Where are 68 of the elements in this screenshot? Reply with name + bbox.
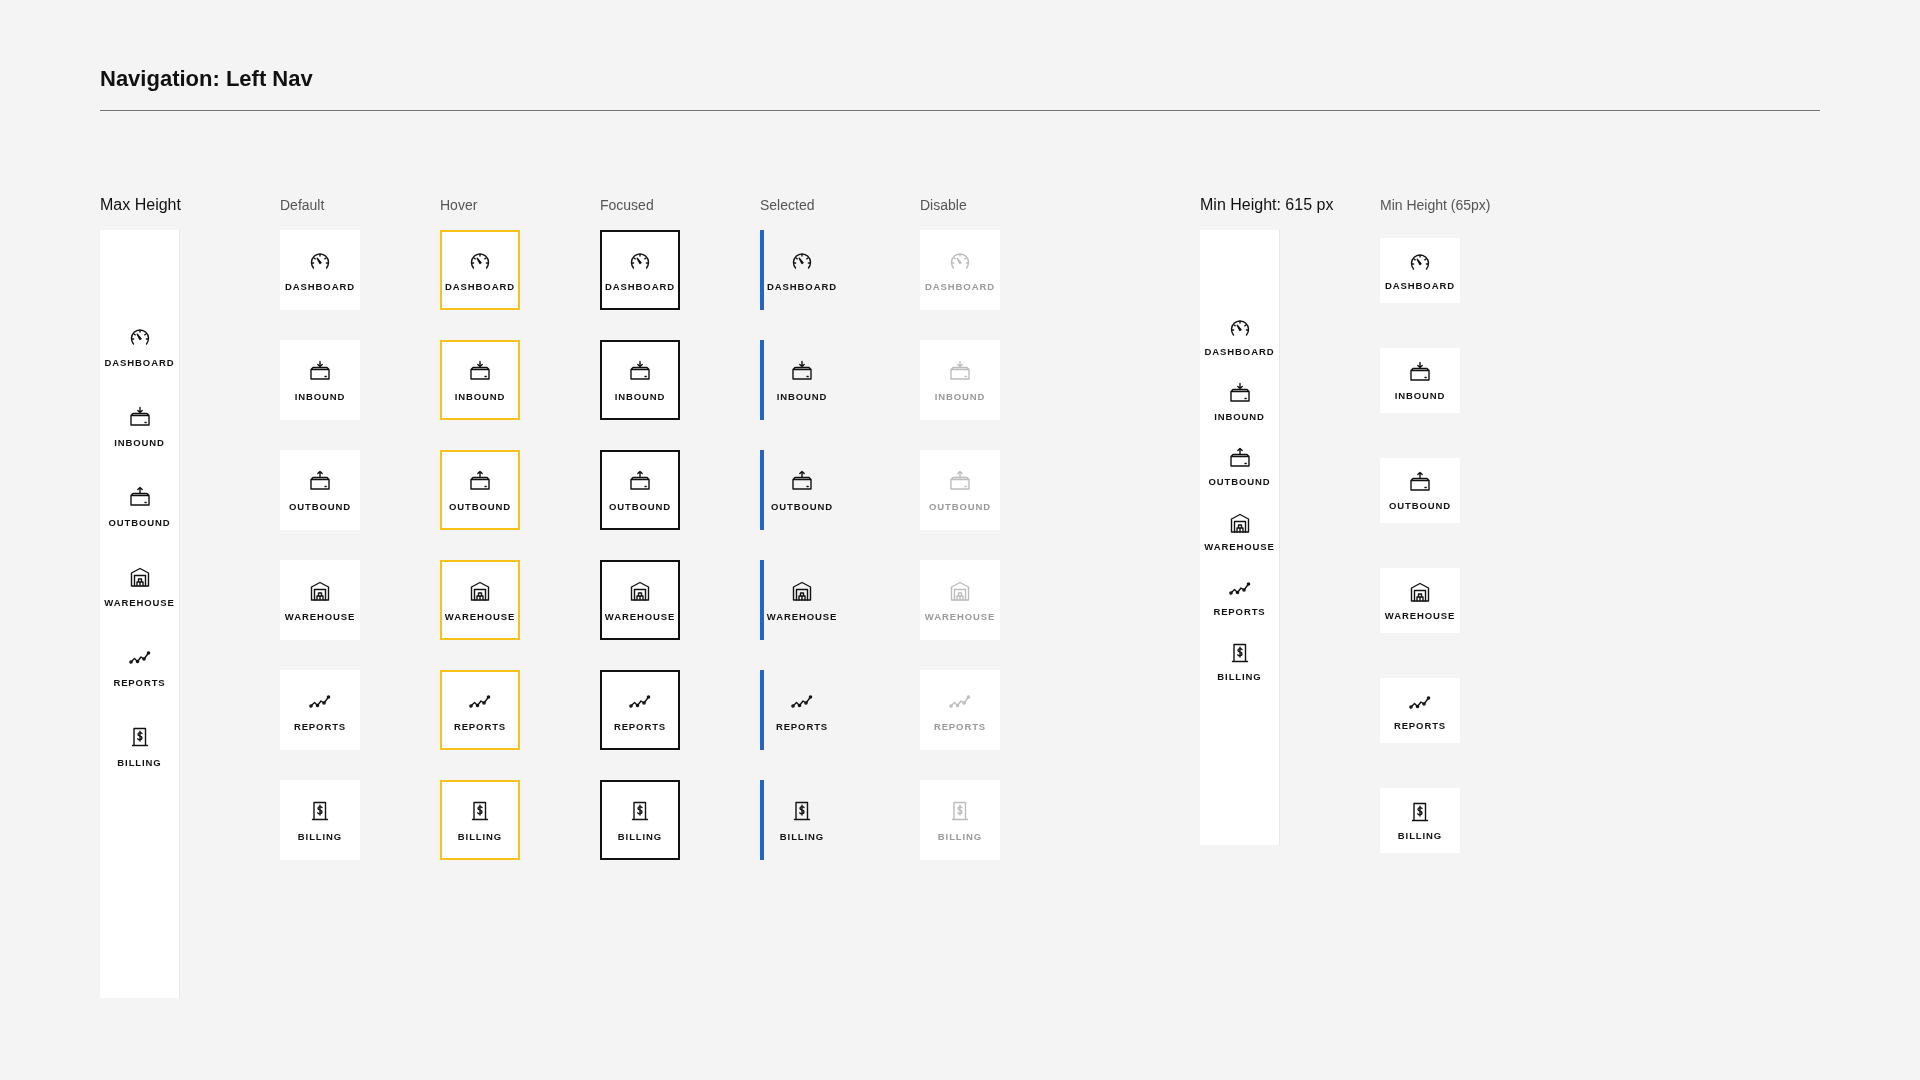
inbox-upload-icon [127, 484, 152, 509]
inbox-download-icon [628, 358, 652, 383]
nav-item[interactable]: REPORTS [1200, 564, 1279, 629]
nav-item[interactable]: BILLING [280, 780, 360, 860]
nav-item[interactable]: REPORTS [440, 670, 520, 750]
inbox-upload-icon [1227, 446, 1252, 470]
nav-item[interactable]: BILLING [440, 780, 520, 860]
nav-item[interactable]: BILLING [100, 706, 179, 786]
column-heading: Min Height (65px) [1380, 196, 1491, 215]
column-heading: Focused [600, 196, 654, 215]
warehouse-icon [1408, 580, 1432, 604]
inbox-upload-icon [790, 468, 814, 493]
inbox-download-icon [948, 358, 972, 383]
nav-item[interactable]: BILLING [1380, 788, 1460, 853]
nav-item[interactable]: BILLING [760, 780, 840, 860]
inbox-download-icon [127, 404, 152, 429]
section-heading: Max Height [100, 195, 181, 215]
nav-item[interactable]: OUTBOUND [600, 450, 680, 530]
nav-item[interactable]: WAREHOUSE [100, 546, 179, 626]
nav-item[interactable]: INBOUND [280, 340, 360, 420]
nav-item[interactable]: WAREHOUSE [760, 560, 840, 640]
inbox-upload-icon [468, 468, 492, 493]
nav-item[interactable]: INBOUND [440, 340, 520, 420]
nav-item[interactable]: INBOUND [1380, 348, 1460, 413]
nav-item[interactable]: REPORTS [280, 670, 360, 750]
nav-item[interactable]: OUTBOUND [1380, 458, 1460, 523]
column-heading: Hover [440, 196, 478, 215]
nav-item[interactable]: OUTBOUND [280, 450, 360, 530]
nav-item[interactable]: OUTBOUND [760, 450, 840, 530]
nav-item[interactable]: OUTBOUND [100, 466, 179, 546]
page-title: Navigation: Left Nav [100, 65, 314, 93]
column-heading: Selected [760, 196, 815, 215]
nav-item[interactable]: INBOUND [1200, 369, 1279, 434]
inbox-download-icon [1227, 381, 1252, 405]
nav-item[interactable]: DASHBOARD [600, 230, 680, 310]
nav-item[interactable]: DASHBOARD [1380, 238, 1460, 303]
inbox-upload-icon [628, 468, 652, 493]
inbox-download-icon [308, 358, 332, 383]
inbox-upload-icon [1408, 470, 1432, 494]
nav-item[interactable]: REPORTS [100, 626, 179, 706]
nav-item[interactable]: OUTBOUND [440, 450, 520, 530]
nav-item[interactable]: DASHBOARD [100, 306, 179, 386]
nav-item[interactable]: DASHBOARD [440, 230, 520, 310]
nav-item[interactable]: REPORTS [1380, 678, 1460, 743]
inbox-download-icon [790, 358, 814, 383]
nav-item[interactable]: WAREHOUSE [440, 560, 520, 640]
nav-item[interactable]: BILLING [600, 780, 680, 860]
column-heading: Default [280, 196, 325, 215]
nav-item[interactable]: DASHBOARD [760, 230, 840, 310]
nav-item[interactable]: REPORTS [600, 670, 680, 750]
section-heading: Min Height: 615 px [1200, 195, 1334, 215]
nav-item[interactable]: OUTBOUND [1200, 434, 1279, 499]
nav-item[interactable]: WAREHOUSE [1200, 499, 1279, 564]
inbox-download-icon [1408, 360, 1432, 384]
nav-item[interactable]: INBOUND [760, 340, 840, 420]
nav-item[interactable]: REPORTS [760, 670, 840, 750]
nav-item[interactable]: INBOUND [600, 340, 680, 420]
nav-item[interactable]: DASHBOARD [1200, 304, 1279, 369]
inbox-upload-icon [948, 468, 972, 493]
column-heading: Disable [920, 196, 967, 215]
nav-item[interactable]: INBOUND [100, 386, 179, 466]
nav-item[interactable]: WAREHOUSE [280, 560, 360, 640]
nav-item[interactable]: WAREHOUSE [1380, 568, 1460, 633]
inbox-download-icon [468, 358, 492, 383]
nav-item[interactable]: BILLING [1200, 629, 1279, 694]
nav-item[interactable]: DASHBOARD [280, 230, 360, 310]
nav-item[interactable]: WAREHOUSE [600, 560, 680, 640]
inbox-upload-icon [308, 468, 332, 493]
